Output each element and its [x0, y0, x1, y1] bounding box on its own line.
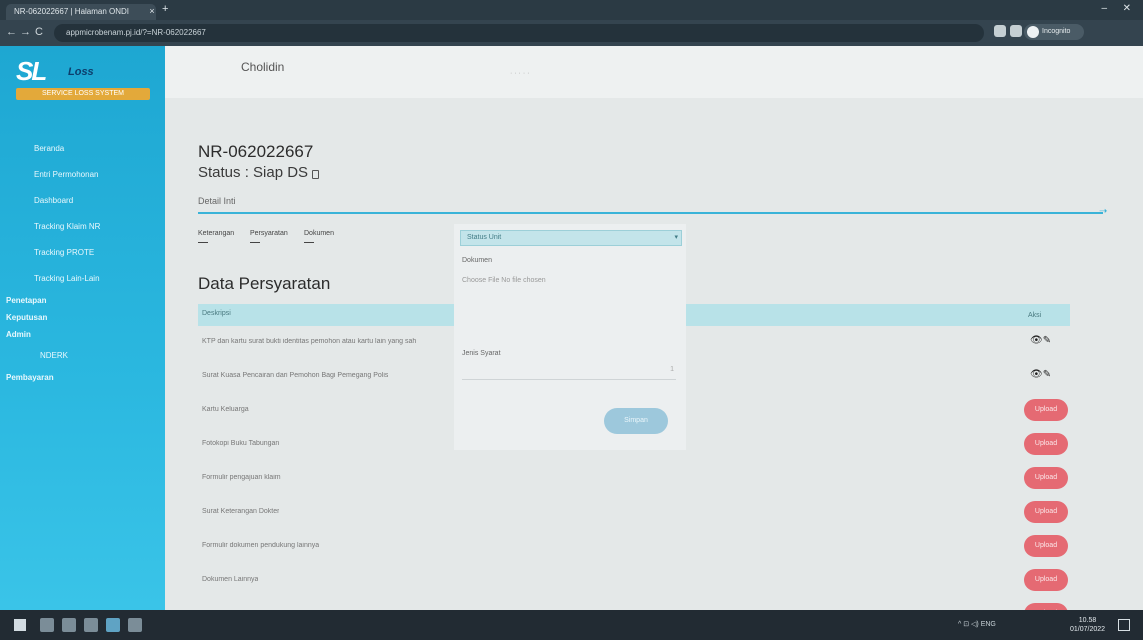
tab-keterangan[interactable]: Keterangan [198, 230, 234, 243]
submit-button[interactable]: Simpan [604, 408, 668, 434]
sidebar-item[interactable]: Tracking Lain-Lain [0, 266, 165, 292]
system-tray[interactable]: ^ ⊡ ◁) ENG [958, 620, 996, 628]
status-label: Status : Siap DS [198, 164, 309, 181]
logo-sub-text: Loss [68, 66, 94, 78]
requirement-label: Surat Keterangan Dokter [202, 508, 280, 515]
windows-start-icon[interactable] [14, 619, 26, 631]
table-row: Formulir dokumen pendukung lainnya Upload [198, 530, 1070, 564]
forward-icon[interactable]: → [20, 26, 31, 38]
requirement-label: Formulir pengajuan klaim [202, 474, 281, 481]
back-icon[interactable]: ← [6, 26, 17, 38]
reload-icon[interactable]: C [35, 26, 43, 38]
jenis-syarat-field[interactable]: 1 [462, 366, 676, 380]
tab-dokumen[interactable]: Dokumen [304, 230, 334, 243]
sidebar: SL Loss SERVICE LOSS SYSTEM Beranda Entri… [0, 46, 165, 610]
upload-button[interactable]: Upload [1024, 535, 1068, 557]
column-header-description: Deskripsi [202, 310, 231, 317]
sidebar-item[interactable]: Tracking Klaim NR [0, 214, 165, 240]
close-tab-icon[interactable]: × [146, 4, 158, 18]
avatar [1027, 26, 1039, 38]
task-view-icon[interactable] [62, 618, 76, 632]
tab-persyaratan[interactable]: Persyaratan [250, 230, 288, 243]
search-icon[interactable] [40, 618, 54, 632]
sidebar-item[interactable]: NDERK [0, 343, 165, 369]
extension-icon[interactable] [994, 25, 1006, 37]
pencil-icon[interactable]: ✎ [1043, 369, 1051, 380]
window-close-icon[interactable]: ✕ [1123, 3, 1131, 14]
notification-icon[interactable] [1118, 619, 1130, 631]
topbar-center-text: · · · · · [510, 70, 530, 77]
detail-link[interactable]: Detail Inti [198, 196, 236, 206]
requirement-label: Kartu Keluarga [202, 406, 249, 413]
page-title: NR-062022667 [198, 142, 314, 161]
sidebar-item[interactable]: Beranda [0, 136, 165, 162]
upload-button[interactable]: Upload [1024, 433, 1068, 455]
main-content: Cholidin · · · · · NR-062022667 Status :… [165, 46, 1143, 625]
requirement-label: Formulir dokumen pendukung lainnya [202, 542, 320, 549]
sidebar-item[interactable]: Entri Permohonan [0, 162, 165, 188]
status-text: Status : Siap DS [198, 164, 320, 181]
chevron-down-icon: ▾ [674, 234, 678, 241]
table-row: Formulir pengajuan klaim Upload [198, 462, 1070, 496]
upload-button[interactable]: Upload [1024, 569, 1068, 591]
eye-icon[interactable]: 👁 [1030, 335, 1043, 346]
file-explorer-icon[interactable] [84, 618, 98, 632]
upload-button[interactable]: Upload [1024, 501, 1068, 523]
profile-button[interactable]: Incognito [1024, 24, 1084, 40]
sidebar-item[interactable]: Admin [0, 326, 165, 343]
requirement-label: KTP dan kartu surat bukti identitas pemo… [202, 338, 417, 345]
jenis-syarat-label: Jenis Syarat [462, 350, 501, 357]
status-select-value: Status Unit [467, 234, 502, 241]
status-select[interactable]: Status Unit ▾ [460, 230, 682, 246]
eye-icon[interactable]: 👁 [1030, 369, 1043, 380]
upload-button[interactable]: Upload [1024, 467, 1068, 489]
table-row: Dokumen Lainnya Upload [198, 564, 1070, 598]
document-icon[interactable] [312, 170, 320, 179]
sidebar-menu: Beranda Entri Permohonan Dashboard Tracking… [0, 136, 165, 386]
chrome-icon[interactable] [106, 618, 120, 632]
sidebar-item[interactable]: Pembayaran [0, 369, 165, 386]
section-divider [198, 212, 1103, 214]
os-taskbar: ^ ⊡ ◁) ENG 10.58 01/07/2022 [0, 610, 1143, 640]
url-input[interactable]: appmicrobenam.pj.id/?=NR-062022667 [54, 24, 984, 42]
arrow-right-icon: ➝ [1099, 206, 1108, 217]
sidebar-item[interactable]: Keputusan [0, 309, 165, 326]
user-name[interactable]: Cholidin [241, 60, 284, 74]
browser-tab[interactable]: NR-062022667 | Halaman ONDI [6, 4, 156, 20]
upload-modal: Status Unit ▾ Dokumen Choose File No fil… [454, 224, 686, 450]
requirement-label: Fotokopi Buku Tabungan [202, 440, 280, 447]
requirement-label: Dokumen Lainnya [202, 576, 259, 583]
column-header-action: Aksi [1028, 312, 1042, 319]
row-actions: 👁✎ [1030, 369, 1051, 380]
sidebar-item[interactable]: Penetapan [0, 292, 165, 309]
taskbar-app-icon[interactable] [128, 618, 142, 632]
section-title: Data Persyaratan [198, 274, 331, 293]
bookmark-icon[interactable] [1010, 25, 1022, 37]
top-navbar: Cholidin · · · · · [165, 46, 1143, 98]
row-actions: 👁✎ [1030, 335, 1051, 346]
pencil-icon[interactable]: ✎ [1043, 335, 1051, 346]
sidebar-item[interactable]: Tracking PROTE [0, 240, 165, 266]
new-tab-button[interactable]: + [162, 3, 168, 15]
upload-button[interactable]: Upload [1024, 399, 1068, 421]
file-input[interactable]: Choose File No file chosen [462, 277, 546, 284]
clock-date: 01/07/2022 [1070, 626, 1106, 633]
logo-main-text: SL [16, 56, 47, 86]
minimize-icon[interactable]: – [1101, 3, 1107, 14]
logo-tagline: SERVICE LOSS SYSTEM [16, 88, 150, 100]
requirement-label: Surat Kuasa Pencairan dari Pemohon Bagi … [202, 372, 389, 379]
clock[interactable]: 10.58 01/07/2022 [1070, 616, 1105, 634]
profile-label: Incognito [1042, 28, 1071, 35]
browser-tab-strip: NR-062022667 | Halaman ONDI × + – ✕ [0, 0, 1143, 20]
clock-time: 10.58 [1078, 617, 1097, 624]
app-logo[interactable]: SL Loss SERVICE LOSS SYSTEM [16, 54, 150, 100]
dokumen-label: Dokumen [462, 257, 492, 264]
address-bar: ← → C appmicrobenam.pj.id/?=NR-062022667… [0, 20, 1143, 46]
sidebar-item[interactable]: Dashboard [0, 188, 165, 214]
table-row: Surat Keterangan Dokter Upload [198, 496, 1070, 530]
